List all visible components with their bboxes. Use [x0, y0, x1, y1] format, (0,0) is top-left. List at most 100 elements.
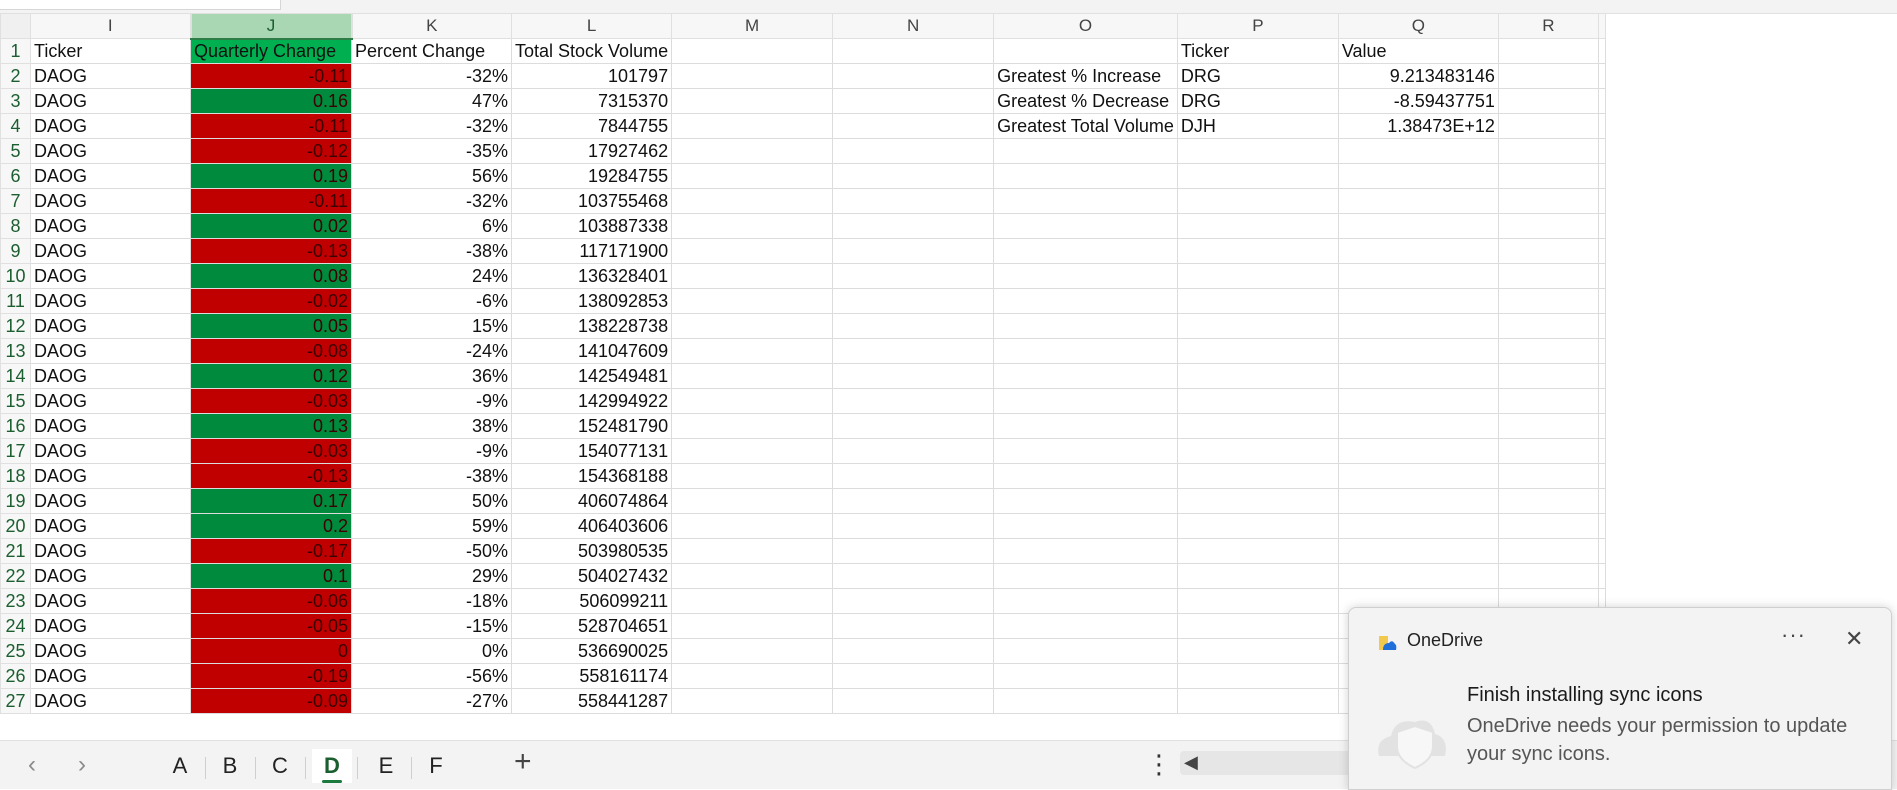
sheet-tab-c[interactable]: C	[260, 749, 300, 783]
quarterly-change-cell[interactable]: 0.1	[190, 563, 352, 589]
percent-change-cell[interactable]: -50%	[351, 538, 512, 564]
cell[interactable]	[671, 513, 834, 539]
cell[interactable]	[1176, 563, 1339, 589]
volume-cell[interactable]: 504027432	[510, 563, 673, 589]
cell[interactable]	[993, 38, 1178, 64]
row-header[interactable]: 7	[0, 188, 31, 214]
cell[interactable]	[1176, 513, 1339, 539]
column-header-i[interactable]: I	[30, 13, 191, 39]
cell[interactable]	[1176, 413, 1339, 439]
row-header[interactable]: 10	[0, 263, 31, 289]
cell[interactable]	[832, 313, 995, 339]
cell[interactable]	[832, 38, 995, 64]
cell[interactable]	[1497, 313, 1599, 339]
quarterly-change-cell[interactable]: 0.2	[190, 513, 352, 539]
percent-change-cell[interactable]: 59%	[351, 513, 512, 539]
column-header-k[interactable]: K	[351, 13, 512, 39]
cell[interactable]	[1337, 538, 1499, 564]
cell[interactable]	[1337, 313, 1499, 339]
cell[interactable]	[1176, 638, 1339, 664]
cell[interactable]	[1497, 188, 1599, 214]
volume-cell[interactable]: 536690025	[510, 638, 673, 664]
volume-cell[interactable]: 138092853	[510, 288, 673, 314]
quarterly-change-cell[interactable]: 0.02	[190, 213, 352, 239]
quarterly-change-cell[interactable]: -0.11	[190, 188, 352, 214]
ticker-cell[interactable]: DAOG	[30, 463, 191, 489]
cell[interactable]	[1497, 138, 1599, 164]
cell[interactable]	[1497, 338, 1599, 364]
cell[interactable]	[1597, 313, 1606, 339]
cell[interactable]	[671, 213, 834, 239]
percent-change-cell[interactable]: -18%	[351, 588, 512, 614]
cell[interactable]	[993, 288, 1178, 314]
chevron-right-icon[interactable]: ›	[78, 751, 86, 779]
cell[interactable]	[832, 488, 995, 514]
volume-cell[interactable]: 117171900	[510, 238, 673, 264]
cell[interactable]	[832, 463, 995, 489]
percent-change-cell[interactable]: 50%	[351, 488, 512, 514]
percent-change-cell[interactable]: -9%	[351, 388, 512, 414]
ticker-cell[interactable]: DAOG	[30, 438, 191, 464]
quarterly-change-cell[interactable]: -0.13	[190, 238, 352, 264]
cell[interactable]	[1497, 438, 1599, 464]
ticker-cell[interactable]: DAOG	[30, 213, 191, 239]
cell[interactable]	[993, 438, 1178, 464]
percent-change-cell[interactable]: -38%	[351, 463, 512, 489]
summary-ticker-cell[interactable]: DRG	[1176, 63, 1339, 89]
ticker-cell[interactable]: DAOG	[30, 563, 191, 589]
ticker-cell[interactable]: DAOG	[30, 488, 191, 514]
quarterly-change-cell[interactable]: -0.13	[190, 463, 352, 489]
row-header[interactable]: 1	[0, 38, 31, 64]
cell[interactable]	[1497, 238, 1599, 264]
ticker-cell[interactable]: DAOG	[30, 263, 191, 289]
row-header[interactable]: 11	[0, 288, 31, 314]
cell[interactable]	[1497, 163, 1599, 189]
volume-cell[interactable]: 406403606	[510, 513, 673, 539]
cell[interactable]	[832, 513, 995, 539]
toast-more-button[interactable]: ···	[1781, 622, 1806, 648]
cell[interactable]	[671, 438, 834, 464]
cell[interactable]	[832, 213, 995, 239]
percent-change-cell[interactable]: 15%	[351, 313, 512, 339]
cell[interactable]	[1337, 138, 1499, 164]
cell[interactable]	[1597, 288, 1606, 314]
ticker-cell[interactable]: DAOG	[30, 188, 191, 214]
cell[interactable]	[671, 563, 834, 589]
volume-cell[interactable]: 7844755	[510, 113, 673, 139]
cell[interactable]	[1597, 488, 1606, 514]
cell[interactable]	[671, 688, 834, 714]
cell[interactable]	[1176, 388, 1339, 414]
cell[interactable]	[1337, 563, 1499, 589]
ticker-cell[interactable]: DAOG	[30, 613, 191, 639]
summary-ticker-cell[interactable]: DJH	[1176, 113, 1339, 139]
cell[interactable]	[671, 363, 834, 389]
cell[interactable]	[1176, 313, 1339, 339]
scroll-left-icon[interactable]: ◀	[1184, 752, 1198, 773]
volume-cell[interactable]: 101797	[510, 63, 673, 89]
cell[interactable]	[671, 188, 834, 214]
cell[interactable]	[671, 638, 834, 664]
cell[interactable]	[1176, 613, 1339, 639]
percent-change-cell[interactable]: 24%	[351, 263, 512, 289]
row-header[interactable]: 17	[0, 438, 31, 464]
quarterly-change-cell[interactable]: -0.11	[190, 63, 352, 89]
column-header-p[interactable]: P	[1176, 13, 1339, 39]
volume-cell[interactable]: 103755468	[510, 188, 673, 214]
cell[interactable]	[1597, 188, 1606, 214]
sheet-tab-e[interactable]: E	[366, 749, 406, 783]
percent-change-cell[interactable]: 29%	[351, 563, 512, 589]
percent-change-cell[interactable]: 38%	[351, 413, 512, 439]
quarterly-change-cell[interactable]: -0.12	[190, 138, 352, 164]
cell[interactable]	[993, 563, 1178, 589]
cell[interactable]	[993, 238, 1178, 264]
cell[interactable]	[993, 138, 1178, 164]
sheet-tab-a[interactable]: A	[160, 749, 200, 783]
quarterly-change-cell[interactable]: -0.02	[190, 288, 352, 314]
row-header[interactable]: 19	[0, 488, 31, 514]
quarterly-change-cell[interactable]: 0.05	[190, 313, 352, 339]
column-header-q[interactable]: Q	[1337, 13, 1499, 39]
cell[interactable]	[1176, 363, 1339, 389]
cell[interactable]	[1497, 213, 1599, 239]
ticker-cell[interactable]: DAOG	[30, 363, 191, 389]
cell[interactable]	[1597, 163, 1606, 189]
